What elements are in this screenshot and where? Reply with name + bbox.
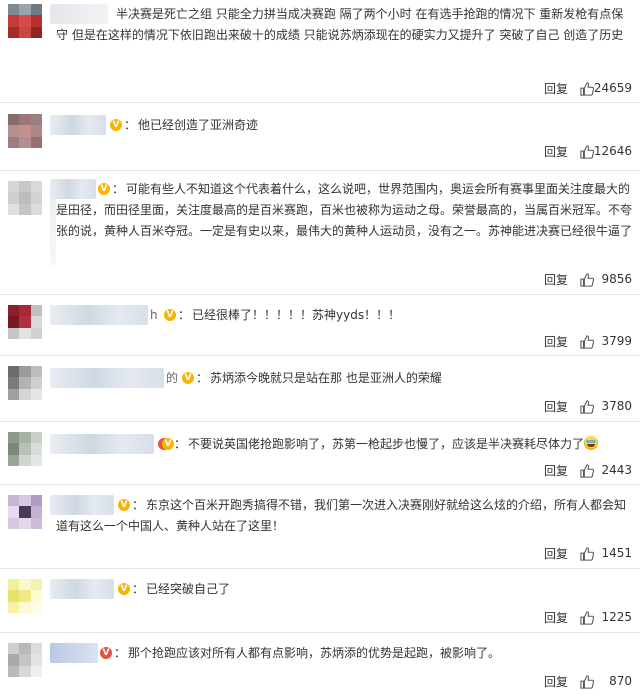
laugh-cry-emoji-icon — [584, 436, 599, 450]
username-suffix[interactable]: h — [150, 305, 158, 325]
avatar[interactable] — [8, 366, 42, 400]
colon: ： — [114, 646, 127, 660]
thumbs-up-icon[interactable] — [580, 675, 594, 689]
colon: ： — [196, 371, 209, 385]
avatar[interactable] — [8, 181, 42, 215]
username[interactable] — [50, 434, 154, 454]
thumbs-up-icon[interactable] — [580, 82, 594, 96]
comment-item: V ： 那个抢跑应该对所有人都有点影响，苏炳添的优势是起跑，被影响了。 回复 8… — [0, 633, 640, 697]
comment-item: V ： 他已经创造了亚洲奇迹 回复 12646 — [0, 103, 640, 171]
comment-item: V ： 东京这个百米开跑秀搞得不错，我们第一次进入决赛刚好就给这么炫的介绍，所有… — [0, 485, 640, 569]
like-count: 3780 — [601, 399, 632, 413]
comment-item: V ： 已经突破自己了 回复 1225 — [0, 569, 640, 633]
comment-text: 已经很棒了！！！！！苏神yyds！！！ — [192, 308, 401, 322]
reply-button[interactable]: 回复 — [544, 333, 568, 350]
comment-text: 不要说英国佬抢跑影响了，苏第一枪起步也慢了，应该是半决赛耗尽体力了 — [188, 434, 634, 455]
comment-text: 半决赛是死亡之组 只能全力拼当成决赛跑 隔了两个小时 在有选手抢跑的情况下 重新… — [56, 7, 624, 42]
avatar[interactable] — [8, 305, 42, 339]
thumbs-up-icon[interactable] — [580, 611, 594, 625]
like-count: 1451 — [601, 546, 632, 560]
username[interactable] — [50, 643, 98, 663]
thumbs-up-icon[interactable] — [580, 547, 594, 561]
username-suffix[interactable]: 的 — [166, 368, 178, 388]
verified-badge-icon: V — [164, 309, 176, 321]
reply-button[interactable]: 回复 — [544, 673, 568, 690]
reply-button[interactable]: 回复 — [544, 545, 568, 562]
like-count: 3799 — [601, 334, 632, 348]
comment-text: 东京这个百米开跑秀搞得不错，我们第一次进入决赛刚好就给这么炫的介绍，所有人都会知… — [56, 498, 627, 533]
comment-text-content: 不要说英国佬抢跑影响了，苏第一枪起步也慢了，应该是半决赛耗尽体力了 — [188, 437, 585, 451]
like-count: 9856 — [601, 272, 632, 286]
verified-badge-icon: V — [162, 438, 174, 450]
thumbs-up-icon[interactable] — [580, 145, 594, 159]
thumbs-up-icon[interactable] — [580, 400, 594, 414]
avatar[interactable] — [8, 643, 42, 677]
reply-button[interactable]: 回复 — [544, 143, 568, 160]
comment-list: 半决赛是死亡之组 只能全力拼当成决赛跑 隔了两个小时 在有选手抢跑的情况下 重新… — [0, 0, 640, 697]
verified-badge-icon: V — [182, 372, 194, 384]
avatar[interactable] — [8, 4, 42, 38]
avatar[interactable] — [8, 114, 42, 148]
verified-badge-icon: V — [110, 119, 122, 131]
comment-item: 的 V ： 苏炳添今晚就只是站在那 也是亚洲人的荣耀 回复 3780 — [0, 356, 640, 422]
comment-text: 可能有些人不知道这个代表着什么，这么说吧，世界范围内，奥运会所有赛事里面关注度最… — [56, 182, 633, 238]
thumbs-up-icon[interactable] — [580, 335, 594, 349]
verified-badge-icon: V — [100, 647, 112, 659]
reply-button[interactable]: 回复 — [544, 609, 568, 626]
colon: ： — [178, 308, 191, 322]
comment-item: h V ： 已经很棒了！！！！！苏神yyds！！！ 回复 3799 — [0, 295, 640, 356]
colon: ： — [174, 437, 187, 451]
reply-button[interactable]: 回复 — [544, 80, 568, 97]
reply-button[interactable]: 回复 — [544, 462, 568, 479]
comment-text: 那个抢跑应该对所有人都有点影响，苏炳添的优势是起跑，被影响了。 — [128, 646, 501, 660]
colon: ： — [132, 582, 145, 596]
like-count: 24659 — [593, 81, 632, 95]
reply-button[interactable]: 回复 — [544, 271, 568, 288]
comment-text: 苏炳添今晚就只是站在那 也是亚洲人的荣耀 — [210, 371, 442, 385]
like-count: 1225 — [601, 610, 632, 624]
avatar[interactable] — [8, 579, 42, 613]
verified-badge-icon: V — [118, 583, 130, 595]
comment-text: 已经突破自己了 — [146, 582, 231, 596]
colon: ： — [124, 118, 137, 132]
thumbs-up-icon[interactable] — [580, 273, 594, 287]
like-count: 12646 — [593, 144, 632, 158]
comment-item: V ： 不要说英国佬抢跑影响了，苏第一枪起步也慢了，应该是半决赛耗尽体力了 回复… — [0, 422, 640, 485]
like-count: 870 — [609, 674, 632, 688]
avatar[interactable] — [8, 495, 42, 529]
reply-button[interactable]: 回复 — [544, 398, 568, 415]
comment-item: 半决赛是死亡之组 只能全力拼当成决赛跑 隔了两个小时 在有选手抢跑的情况下 重新… — [0, 0, 640, 103]
avatar[interactable] — [8, 432, 42, 466]
like-count: 2443 — [601, 463, 632, 477]
username[interactable] — [50, 115, 106, 135]
username[interactable] — [50, 579, 114, 599]
comment-text: 他已经创造了亚洲奇迹 — [138, 118, 259, 132]
username[interactable] — [50, 305, 148, 325]
thumbs-up-icon[interactable] — [580, 464, 594, 478]
username[interactable] — [50, 368, 164, 388]
comment-item: V ： 可能有些人不知道这个代表着什么，这么说吧，世界范围内，奥运会所有赛事里面… — [0, 171, 640, 295]
